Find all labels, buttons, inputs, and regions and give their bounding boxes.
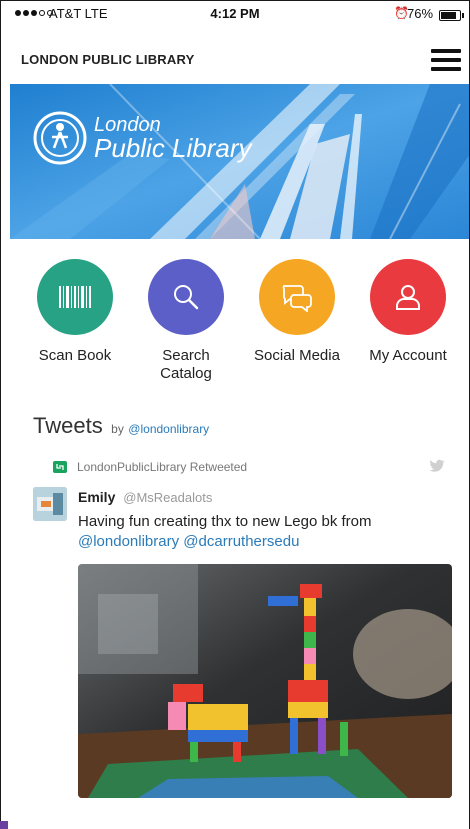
library-banner: London Public Library	[10, 84, 469, 239]
mention-link[interactable]: @dcarruthersedu	[183, 533, 299, 550]
my-account-button[interactable]: My Account	[353, 259, 463, 365]
logo-line-2: Public Library	[94, 133, 252, 163]
search-icon	[174, 285, 199, 310]
author-name[interactable]: Emily	[78, 489, 115, 505]
chat-bubbles-icon	[282, 285, 312, 312]
barcode-icon	[59, 286, 91, 308]
battery-percent: 76%	[407, 6, 434, 21]
retweet-context: LondonPublicLibrary Retweeted	[53, 460, 247, 474]
social-media-label: Social Media	[254, 347, 340, 364]
tweets-handle-link[interactable]: @londonlibrary	[128, 422, 209, 436]
tweet-text: Having fun creating thx to new Lego bk f…	[78, 512, 458, 552]
corner-marker	[0, 821, 8, 829]
battery-icon	[439, 10, 464, 21]
tweets-title: Tweets	[33, 413, 103, 438]
app-screen: AT&T LTE 4:12 PM ⏰ 76% LONDON PUBLIC LIB…	[0, 0, 470, 829]
search-catalog-button[interactable]: Search Catalog	[131, 259, 241, 383]
search-catalog-label: Search Catalog	[160, 347, 212, 382]
status-bar: AT&T LTE 4:12 PM ⏰ 76%	[1, 1, 469, 27]
retweet-icon	[53, 461, 67, 473]
author-handle[interactable]: @MsReadalots	[123, 490, 212, 505]
avatar[interactable]	[33, 487, 67, 521]
user-icon	[396, 285, 420, 310]
tweets-by: by	[111, 422, 124, 436]
library-logo: London Public Library	[32, 110, 252, 166]
logo-line-1: London	[94, 114, 161, 136]
tweet-author: Emily @MsReadalots	[78, 489, 212, 505]
retweet-label: LondonPublicLibrary Retweeted	[77, 460, 248, 474]
library-emblem-icon	[33, 111, 87, 165]
lego-giraffe-photo	[78, 564, 452, 798]
hamburger-icon[interactable]	[431, 49, 461, 71]
tweets-header: Tweets by @londonlibrary	[33, 413, 209, 439]
app-header: LONDON PUBLIC LIBRARY	[1, 39, 469, 79]
scan-book-button[interactable]: Scan Book	[20, 259, 130, 365]
tweet-photo[interactable]	[78, 564, 452, 798]
social-media-button[interactable]: Social Media	[242, 259, 352, 365]
page-title: LONDON PUBLIC LIBRARY	[21, 52, 195, 67]
scan-book-label: Scan Book	[38, 347, 112, 364]
twitter-bird-icon[interactable]	[429, 459, 445, 473]
my-account-label: My Account	[369, 347, 447, 364]
mention-link[interactable]: @londonlibrary	[78, 533, 179, 550]
tweet-body: Having fun creating thx to new Lego bk f…	[78, 513, 372, 530]
